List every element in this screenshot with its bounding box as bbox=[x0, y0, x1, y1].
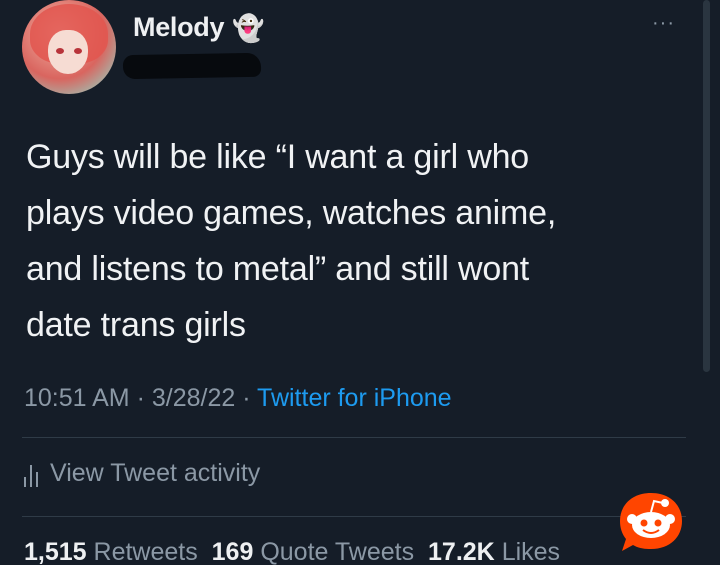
author-name-row[interactable]: Melody 👻 bbox=[133, 12, 265, 43]
tweet-date[interactable]: 3/28/22 bbox=[152, 384, 235, 412]
retweets-label: Retweets bbox=[93, 538, 198, 565]
likes-stat[interactable]: 17.2K Likes bbox=[428, 538, 560, 565]
ghost-icon: 👻 bbox=[232, 12, 265, 43]
meta-separator: · bbox=[129, 384, 152, 412]
retweets-stat[interactable]: 1,515 Retweets bbox=[24, 538, 198, 565]
divider bbox=[22, 437, 686, 438]
avatar-face bbox=[48, 30, 88, 74]
retweets-count: 1,515 bbox=[24, 538, 87, 565]
handle-redaction bbox=[122, 52, 262, 80]
tweet-meta: 10:51 AM · 3/28/22 · Twitter for iPhone bbox=[24, 384, 452, 413]
analytics-icon bbox=[24, 461, 38, 487]
more-options-icon[interactable]: ··· bbox=[652, 12, 675, 35]
tweet-source-link[interactable]: Twitter for iPhone bbox=[257, 384, 452, 412]
tweet-text: Guys will be like “I want a girl who pla… bbox=[26, 129, 666, 353]
tweet-stats: 1,515 Retweets 169 Quote Tweets 17.2K Li… bbox=[24, 538, 560, 565]
divider bbox=[22, 516, 686, 517]
tweet-text-line: and listens to metal” and still wont bbox=[26, 250, 530, 288]
tweet-time[interactable]: 10:51 AM bbox=[24, 384, 130, 412]
avatar-eye bbox=[74, 48, 82, 54]
scrollbar[interactable] bbox=[703, 0, 710, 372]
view-activity-button[interactable]: View Tweet activity bbox=[24, 459, 260, 488]
quote-tweets-label: Quote Tweets bbox=[260, 538, 415, 565]
view-activity-label: View Tweet activity bbox=[50, 459, 261, 487]
likes-label: Likes bbox=[501, 538, 561, 565]
tweet-text-line: plays video games, watches anime, bbox=[26, 194, 557, 232]
quote-tweets-count: 169 bbox=[211, 538, 254, 565]
tweet-text-line: date trans girls bbox=[26, 306, 246, 344]
likes-count: 17.2K bbox=[428, 538, 495, 565]
tweet-text-line: Guys will be like “I want a girl who bbox=[26, 138, 529, 176]
quote-tweets-stat[interactable]: 169 Quote Tweets bbox=[212, 538, 414, 565]
meta-separator: · bbox=[235, 384, 258, 412]
reddit-snoo-icon bbox=[620, 493, 682, 551]
avatar[interactable] bbox=[22, 0, 116, 94]
avatar-eye bbox=[56, 48, 64, 54]
display-name[interactable]: Melody bbox=[133, 12, 225, 43]
tweet-detail: Melody 👻 ··· Guys will be like “I want a… bbox=[0, 0, 720, 565]
